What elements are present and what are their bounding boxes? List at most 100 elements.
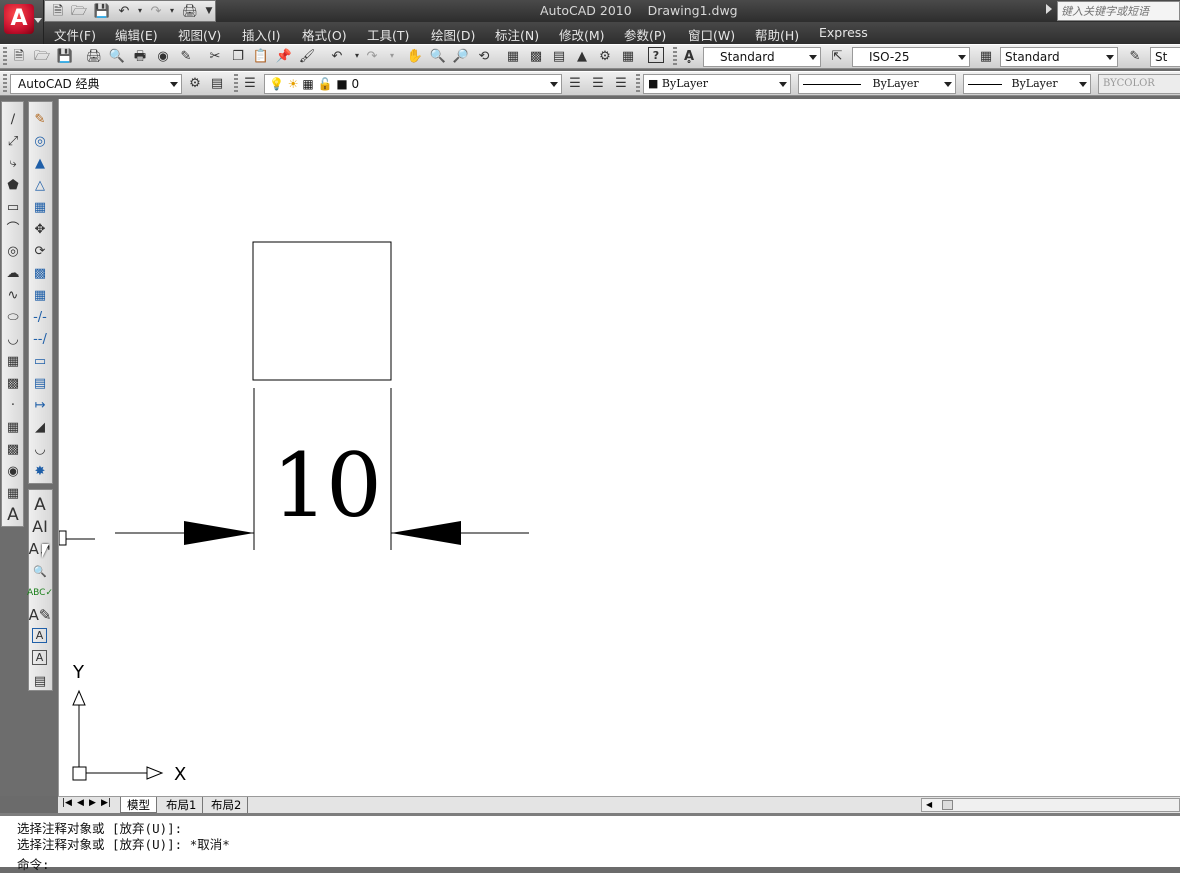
insert-block-icon[interactable]: ▦ <box>4 352 22 370</box>
match-properties-icon[interactable]: 🖌 <box>298 47 316 65</box>
tab-layout2[interactable]: 布局2 <box>205 797 249 813</box>
drawing-canvas[interactable]: 10 X Y <box>58 99 1180 796</box>
dimension-style-icon[interactable]: ⇱ <box>828 47 846 65</box>
menu-modify[interactable]: 修改(M) <box>559 25 605 44</box>
find-replace-icon[interactable]: 🔍 <box>31 562 49 580</box>
menu-edit[interactable]: 编辑(E) <box>115 25 158 44</box>
dimension-arrow-right[interactable] <box>391 521 461 545</box>
menu-format[interactable]: 格式(O) <box>302 25 347 44</box>
dimension-text[interactable]: 10 <box>272 442 382 530</box>
design-center-icon[interactable]: ▩ <box>527 47 545 65</box>
menu-view[interactable]: 视图(V) <box>178 25 221 44</box>
zoom-realtime-icon[interactable]: 🔍 <box>429 47 447 65</box>
save-icon[interactable]: 💾 <box>56 47 74 65</box>
plot-icon[interactable]: 🖨 <box>181 2 199 20</box>
spell-check-icon[interactable]: ABC✓ <box>27 584 53 602</box>
search-arrow-icon[interactable] <box>1046 4 1052 14</box>
help-icon[interactable]: ? <box>648 47 664 63</box>
ellipse-icon[interactable]: ⬭ <box>4 308 22 326</box>
tab-layout1[interactable]: 布局1 <box>160 797 204 813</box>
scale-icon[interactable]: ▩ <box>31 264 49 282</box>
customize-workspace-icon[interactable]: ▤ <box>208 74 226 92</box>
multileader-style-select[interactable]: St <box>1150 47 1180 67</box>
redo-dropdown-icon[interactable]: ▾ <box>383 47 401 65</box>
make-object-layer-current-icon[interactable]: ☰ <box>566 74 584 92</box>
new-file-icon[interactable]: 🗎 <box>49 2 67 20</box>
mirror-icon[interactable]: ▲ <box>31 154 49 172</box>
multiline-text-icon[interactable]: A <box>4 506 22 524</box>
copy-object-icon[interactable]: ◎ <box>31 132 49 150</box>
rectangle-icon[interactable]: ▭ <box>4 198 22 216</box>
text-style-icon[interactable]: A✎ <box>29 606 52 624</box>
dimension-arrow-left[interactable] <box>184 521 254 545</box>
polygon-icon[interactable]: ⬟ <box>4 176 22 194</box>
qnew-icon[interactable]: 🗎 <box>10 47 28 65</box>
multiline-text-icon[interactable]: A <box>31 496 49 514</box>
menu-file[interactable]: 文件(F) <box>54 25 96 44</box>
point-icon[interactable]: · <box>4 396 22 414</box>
save-icon[interactable]: 💾 <box>93 2 111 20</box>
linetype-select[interactable]: ByLayer <box>798 74 956 94</box>
square-entity[interactable] <box>252 241 392 381</box>
quickcalc-icon[interactable]: ▦ <box>619 47 637 65</box>
application-menu-button[interactable]: A <box>0 0 44 44</box>
extend-icon[interactable]: --/ <box>31 330 49 348</box>
gradient-icon[interactable]: ▩ <box>4 440 22 458</box>
etransmit-icon[interactable]: ✎ <box>177 47 195 65</box>
convert-distance-icon[interactable]: ▤ <box>31 672 49 690</box>
explode-icon[interactable]: ✸ <box>31 462 49 480</box>
plot-icon[interactable]: 🖨 <box>85 47 103 65</box>
break-at-point-icon[interactable]: ▭ <box>31 352 49 370</box>
copy-icon[interactable]: ❐ <box>229 47 247 65</box>
command-line-window[interactable]: 选择注释对象或 [放弃(U)]: 选择注释对象或 [放弃(U)]: *取消* 命… <box>0 813 1180 872</box>
offset-icon[interactable]: △ <box>31 176 49 194</box>
menu-tools[interactable]: 工具(T) <box>367 25 409 44</box>
zoom-previous-icon[interactable]: ⟲ <box>475 47 493 65</box>
table-icon[interactable]: ▦ <box>4 484 22 502</box>
3d-dwf-icon[interactable]: ◉ <box>154 47 172 65</box>
zoom-window-icon[interactable]: 🔎 <box>452 47 470 65</box>
scroll-left-icon[interactable]: ◀ <box>926 800 932 809</box>
rotate-icon[interactable]: ⟳ <box>31 242 49 260</box>
tab-model[interactable]: 模型 <box>120 797 157 813</box>
menu-draw[interactable]: 绘图(D) <box>431 25 475 44</box>
workspace-settings-icon[interactable]: ⚙ <box>186 74 204 92</box>
text-style-icon[interactable]: Ḁ <box>680 47 698 65</box>
menu-insert[interactable]: 插入(I) <box>242 25 280 44</box>
first-tab-icon[interactable]: |◀ <box>62 798 72 808</box>
move-icon[interactable]: ✥ <box>31 220 49 238</box>
customize-dropdown-icon[interactable]: ▼ <box>200 2 218 20</box>
markup-set-icon[interactable]: ⚙ <box>596 47 614 65</box>
paste-special-icon[interactable]: 📌 <box>275 47 293 65</box>
color-select[interactable]: ■ ByLayer <box>643 74 791 94</box>
menu-window[interactable]: 窗口(W) <box>688 25 735 44</box>
horizontal-scrollbar[interactable]: ◀ <box>921 798 1180 812</box>
region-icon[interactable]: ◉ <box>4 462 22 480</box>
command-prompt[interactable]: 命令: <box>17 854 50 873</box>
circle-icon[interactable]: ◎ <box>4 242 22 260</box>
revision-cloud-icon[interactable]: ☁ <box>4 264 22 282</box>
plot-preview-icon[interactable]: 🔍 <box>108 47 126 65</box>
stretch-icon[interactable]: ▦ <box>31 286 49 304</box>
menu-express[interactable]: Express <box>819 25 868 40</box>
single-line-text-icon[interactable]: AI <box>31 518 49 536</box>
pan-icon[interactable]: ✋ <box>406 47 424 65</box>
justify-text-icon[interactable]: A <box>32 650 47 665</box>
layer-manager-icon[interactable]: ☰ <box>241 74 259 92</box>
line-icon[interactable]: ∕ <box>4 110 22 128</box>
join-icon[interactable]: ↦ <box>31 396 49 414</box>
menu-help[interactable]: 帮助(H) <box>755 25 799 44</box>
polyline-icon[interactable]: ⤷ <box>4 154 22 172</box>
menu-parametric[interactable]: 参数(P) <box>624 25 666 44</box>
chamfer-icon[interactable]: ◢ <box>31 418 49 436</box>
scale-text-icon[interactable]: A <box>32 628 47 643</box>
table-style-select[interactable]: Standard <box>1000 47 1118 67</box>
layer-states-icon[interactable]: ☰ <box>612 74 630 92</box>
array-icon[interactable]: ▦ <box>31 198 49 216</box>
scroll-thumb[interactable] <box>942 800 953 810</box>
layer-previous-icon[interactable]: ☰ <box>589 74 607 92</box>
arc-icon[interactable]: ⌒ <box>4 220 22 238</box>
publish-icon[interactable]: 🖶 <box>131 47 149 65</box>
lineweight-select[interactable]: ByLayer <box>963 74 1091 94</box>
layer-select[interactable]: 💡 ☀ ▦ 🔓 ■ 0 <box>264 74 562 94</box>
